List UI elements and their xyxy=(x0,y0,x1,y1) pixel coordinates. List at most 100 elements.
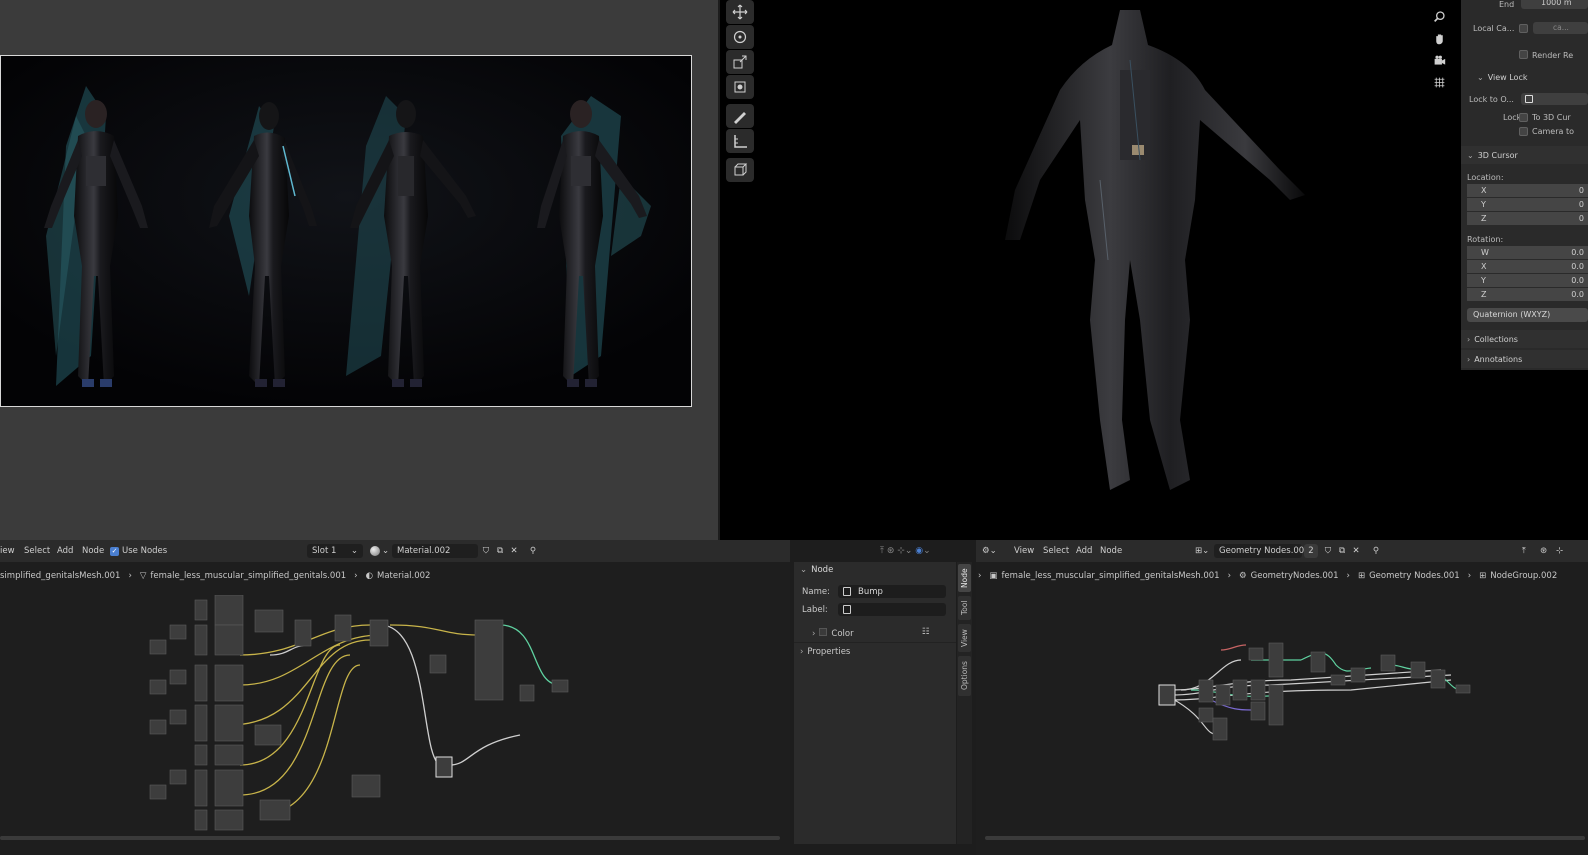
menu-add[interactable]: Add xyxy=(57,544,73,558)
menu-node[interactable]: Node xyxy=(82,544,104,558)
snap-options-button[interactable]: ⊹ xyxy=(1556,544,1563,558)
rotation-y-field[interactable]: Y 0.0 xyxy=(1467,274,1588,287)
pan-button[interactable] xyxy=(1428,28,1450,48)
character-turnaround-image xyxy=(1,56,691,406)
camera-view-icon xyxy=(1434,55,1445,65)
rotate-tool[interactable] xyxy=(726,25,754,49)
label-label: Label: xyxy=(802,605,828,615)
camera-view-button[interactable] xyxy=(1428,50,1450,70)
menu-select[interactable]: Select xyxy=(1043,544,1069,558)
use-nodes-toggle[interactable]: ✓ Use Nodes xyxy=(110,544,167,558)
rotation-w-field[interactable]: W 0.0 xyxy=(1467,246,1588,259)
color-presets-button[interactable]: ☷ xyxy=(922,627,930,637)
render-region-checkbox[interactable] xyxy=(1519,50,1528,59)
tab-tool[interactable]: Tool xyxy=(958,596,971,620)
breadcrumb-modifier: GeometryNodes.001 xyxy=(1250,571,1339,581)
user-count-badge[interactable]: 2 xyxy=(1304,544,1318,558)
menu-select[interactable]: Select xyxy=(24,544,50,558)
duplicate-material-button[interactable]: ⧉ xyxy=(494,544,506,558)
location-y-field[interactable]: Y0 xyxy=(1467,198,1588,211)
local-camera-checkbox[interactable] xyxy=(1519,24,1528,33)
chevron-right-icon: › xyxy=(1467,354,1471,364)
geometry-tree-name-field[interactable]: Geometry Nodes.001 xyxy=(1214,544,1310,558)
fake-user-button[interactable]: ⛉ xyxy=(1322,544,1334,558)
node-tree-icon: ⊞ xyxy=(1357,571,1366,581)
menu-view[interactable]: View xyxy=(1014,544,1034,558)
pan-hand-icon xyxy=(1435,33,1443,44)
breadcrumb-node-tree: Geometry Nodes.001 xyxy=(1369,571,1460,581)
geometry-editor-header: ⚙ ⌄ View Select Add Node ⊞ ⌄ Geometry Node… xyxy=(976,540,1588,562)
collections-panel-header[interactable]: › Collections xyxy=(1461,330,1588,348)
camera-to-view-checkbox[interactable] xyxy=(1519,127,1528,136)
color-checkbox[interactable] xyxy=(819,628,828,636)
node-panel-header[interactable]: ⌄ Node xyxy=(800,565,833,575)
location-z-field[interactable]: Z0 xyxy=(1467,212,1588,225)
shader-breadcrumb: simplified_genitalsMesh.001 › ▽ female_l… xyxy=(0,570,430,582)
overlay-buttons[interactable]: ⤒ ⊛ ⊹⌄ ◉ ⌄ xyxy=(880,544,931,558)
node-name-field[interactable]: Bump xyxy=(838,585,946,598)
3d-viewport[interactable] xyxy=(720,0,1588,540)
annotate-tool[interactable] xyxy=(726,104,754,128)
material-name-field[interactable]: Material.002 xyxy=(392,544,478,558)
pin-icon: ⚲ xyxy=(1372,546,1380,556)
shader-horizontal-scrollbar[interactable] xyxy=(0,836,780,840)
tab-options[interactable]: Options xyxy=(958,656,971,696)
parent-node-button[interactable]: ⤒ xyxy=(1522,544,1526,558)
unlink-material-button[interactable]: ✕ xyxy=(508,544,520,558)
axis-label: Y xyxy=(1481,200,1486,209)
pin-button[interactable]: ⚲ xyxy=(1370,544,1382,558)
image-editor[interactable] xyxy=(0,0,718,540)
geometry-node-editor[interactable] xyxy=(976,540,1588,855)
tab-view[interactable]: View xyxy=(958,624,971,652)
transform-tool[interactable] xyxy=(726,75,754,99)
node-label-field[interactable] xyxy=(838,603,946,616)
scale-icon xyxy=(733,55,747,69)
node-panel-title: Node xyxy=(811,565,834,575)
material-browse-button[interactable]: ⌄ xyxy=(370,544,389,558)
move-tool[interactable] xyxy=(726,0,754,24)
editor-type-button[interactable]: ⚙ ⌄ xyxy=(982,544,997,558)
rotation-mode-dropdown[interactable]: Quaternion (WXYZ) xyxy=(1467,308,1588,322)
lock-to-object-field[interactable] xyxy=(1521,93,1588,105)
breadcrumb-material: Material.002 xyxy=(377,571,431,581)
slot-value: Slot 1 xyxy=(312,546,337,556)
camera-to-view-label: Camera to xyxy=(1532,126,1574,136)
unlink-tree-button[interactable]: ✕ xyxy=(1350,544,1362,558)
color-subpanel-header[interactable]: › Color xyxy=(812,628,854,639)
add-cube-tool[interactable] xyxy=(726,158,754,182)
checkbox-checked-icon: ✓ xyxy=(110,546,119,556)
location-x-field[interactable]: X0 xyxy=(1467,184,1588,197)
pin-button[interactable]: ⚲ xyxy=(527,544,539,558)
rotation-x-field[interactable]: X 0.0 xyxy=(1467,260,1588,273)
axis-value: 0.0 xyxy=(1571,290,1584,299)
axis-label: Z xyxy=(1481,290,1487,299)
node-tree-icon: ⊞ xyxy=(1195,546,1203,556)
chevron-down-icon: ⌄ xyxy=(1202,546,1210,556)
menu-view[interactable]: iew xyxy=(0,544,15,558)
fake-user-button[interactable]: ⛉ xyxy=(480,544,492,558)
slot-dropdown[interactable]: Slot 1 ⌄ xyxy=(307,544,363,558)
lock-to-cursor-checkbox[interactable] xyxy=(1519,113,1528,122)
node-tree-browse-button[interactable]: ⊞ ⌄ xyxy=(1195,544,1209,558)
zoom-button[interactable] xyxy=(1428,6,1450,26)
chevron-down-icon: ⌄ xyxy=(382,546,390,556)
annotations-panel-header[interactable]: › Annotations xyxy=(1461,350,1588,368)
duplicate-tree-button[interactable]: ⧉ xyxy=(1336,544,1348,558)
geometry-horizontal-scrollbar[interactable] xyxy=(985,836,1585,840)
tab-node[interactable]: Node xyxy=(958,564,971,592)
shader-editor[interactable] xyxy=(0,540,790,855)
grid-view-button[interactable] xyxy=(1428,72,1450,92)
clip-end-field[interactable]: 1000 m xyxy=(1521,0,1588,9)
axis-value: 0 xyxy=(1578,214,1584,223)
snap-button[interactable]: ⊛ xyxy=(1540,544,1547,558)
scale-tool[interactable] xyxy=(726,50,754,74)
chevron-down-icon: ⌄ xyxy=(923,546,931,556)
view-lock-header[interactable]: ⌄ View Lock xyxy=(1477,70,1527,84)
rotation-z-field[interactable]: Z 0.0 xyxy=(1467,288,1588,301)
properties-panel-header[interactable]: › Properties xyxy=(800,647,954,657)
menu-node[interactable]: Node xyxy=(1100,544,1122,558)
menu-add[interactable]: Add xyxy=(1076,544,1092,558)
measure-tool[interactable] xyxy=(726,129,754,153)
local-camera-field[interactable]: ca... xyxy=(1533,22,1588,34)
3d-cursor-panel-header[interactable]: ⌄ 3D Cursor xyxy=(1461,146,1588,164)
